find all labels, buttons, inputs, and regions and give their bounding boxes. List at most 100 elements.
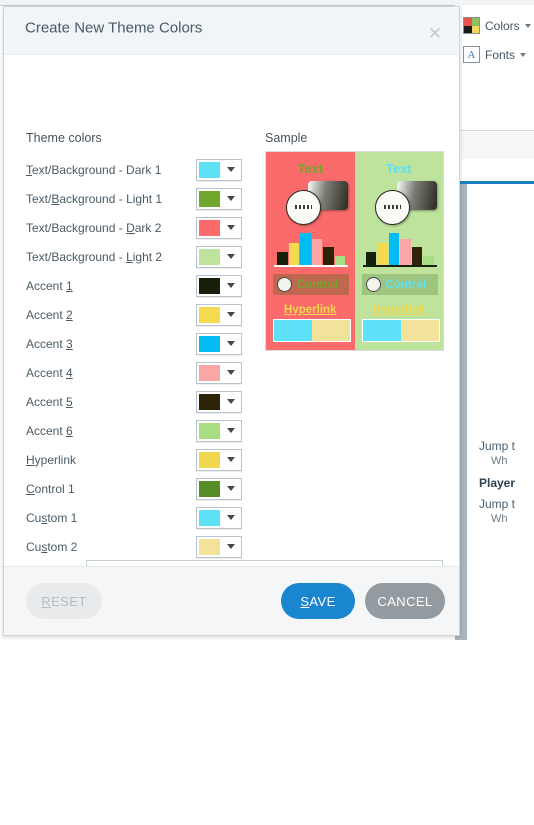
sample-hyperlink-label: Hyperlink bbox=[284, 304, 337, 316]
color-picker-button[interactable] bbox=[196, 419, 242, 442]
sample-chart-bar bbox=[423, 256, 434, 265]
color-swatch bbox=[199, 335, 220, 352]
color-picker-button[interactable] bbox=[196, 187, 242, 210]
reset-label: ESET bbox=[51, 593, 87, 609]
sample-color-bar-left bbox=[362, 320, 401, 341]
color-swatch bbox=[199, 538, 220, 555]
theme-color-label: Accent 6 bbox=[26, 423, 73, 438]
color-swatch bbox=[199, 306, 220, 323]
save-accel: S bbox=[300, 593, 310, 609]
chevron-down-icon[interactable] bbox=[227, 457, 235, 462]
color-swatch bbox=[199, 422, 220, 439]
cancel-button[interactable]: CANCEL bbox=[365, 583, 445, 619]
theme-color-label: Custom 2 bbox=[26, 539, 78, 554]
save-button[interactable]: S AVE bbox=[281, 583, 355, 619]
chevron-down-icon[interactable] bbox=[227, 515, 235, 520]
color-picker-button[interactable] bbox=[196, 158, 242, 181]
ribbon-filler bbox=[455, 131, 534, 159]
sample-color-bar-right bbox=[312, 320, 350, 341]
sample-circle-shape bbox=[286, 190, 321, 225]
color-picker-button[interactable] bbox=[196, 535, 242, 558]
theme-color-row: Custom 2 bbox=[26, 532, 252, 561]
theme-color-label: Accent 5 bbox=[26, 394, 73, 409]
sample-color-bar-right bbox=[400, 320, 439, 341]
trigger-item-1[interactable]: Jump t bbox=[479, 439, 515, 453]
color-swatch bbox=[199, 509, 220, 526]
sample-control-label: Control bbox=[385, 278, 427, 291]
color-picker-button[interactable] bbox=[196, 245, 242, 268]
theme-color-row: Accent 5 bbox=[26, 387, 252, 416]
reset-button[interactable]: R ESET bbox=[26, 583, 102, 619]
dialog-body: Theme colors Sample Text/Background - Da… bbox=[4, 55, 459, 588]
dialog-title: Create New Theme Colors bbox=[25, 19, 203, 37]
chevron-down-icon[interactable] bbox=[227, 399, 235, 404]
ribbon-label-colors: Colors bbox=[485, 18, 520, 33]
create-new-theme-colors-dialog: Create New Theme Colors ✕ Theme colors S… bbox=[3, 6, 460, 636]
theme-color-row: Text/Background - Dark 1 bbox=[26, 155, 252, 184]
sample-chart-bar bbox=[323, 247, 334, 265]
chevron-down-icon[interactable] bbox=[227, 370, 235, 375]
sample-light-variant: Text Control Hyperlink bbox=[354, 152, 443, 350]
theme-color-row: Hyperlink bbox=[26, 445, 252, 474]
chevron-down-icon[interactable] bbox=[227, 428, 235, 433]
color-picker-button[interactable] bbox=[196, 274, 242, 297]
sample-control-label: Control bbox=[297, 278, 338, 291]
ribbon-item-colors[interactable]: Colors bbox=[463, 17, 531, 34]
sample-color-bar bbox=[361, 319, 440, 342]
sample-hyperlink-label: Hyperlink bbox=[372, 304, 425, 316]
chevron-down-icon[interactable] bbox=[227, 167, 235, 172]
sample-bar-chart bbox=[365, 229, 434, 265]
chevron-down-icon[interactable] bbox=[227, 312, 235, 317]
color-swatch bbox=[199, 364, 220, 381]
color-picker-button[interactable] bbox=[196, 477, 242, 500]
chevron-down-icon[interactable] bbox=[227, 254, 235, 259]
theme-color-label: Accent 2 bbox=[26, 307, 73, 322]
chevron-down-icon[interactable] bbox=[227, 283, 235, 288]
color-picker-button[interactable] bbox=[196, 390, 242, 413]
ribbon-item-fonts[interactable]: A Fonts bbox=[463, 46, 527, 63]
sample-circle-shape bbox=[374, 190, 410, 225]
chevron-down-icon[interactable] bbox=[227, 341, 235, 346]
sample-chart-bar bbox=[400, 239, 411, 265]
colors-swatch-icon bbox=[463, 17, 480, 34]
theme-color-row: Text/Background - Light 1 bbox=[26, 184, 252, 213]
color-picker-button[interactable] bbox=[196, 303, 242, 326]
color-picker-button[interactable] bbox=[196, 332, 242, 355]
color-swatch bbox=[199, 161, 220, 178]
color-picker-button[interactable] bbox=[196, 448, 242, 471]
theme-color-row: Text/Background - Light 2 bbox=[26, 242, 252, 271]
sample-color-bar bbox=[273, 319, 351, 342]
color-swatch bbox=[199, 451, 220, 468]
chevron-down-icon[interactable] bbox=[227, 196, 235, 201]
sample-chart-axis bbox=[362, 265, 437, 267]
theme-color-row: Accent 1 bbox=[26, 271, 252, 300]
chevron-down-icon[interactable] bbox=[227, 225, 235, 230]
trigger-item-2[interactable]: Jump t bbox=[479, 497, 515, 511]
right-side-panel: Trigg Jump t Wh Player Jump t Wh Jump t … bbox=[467, 184, 534, 640]
theme-color-label: Text/Background - Light 1 bbox=[26, 191, 163, 206]
chevron-down-icon[interactable] bbox=[520, 52, 527, 57]
theme-sample-preview: Text Control Hyperlink Text Control Hyperlin… bbox=[265, 151, 444, 351]
sample-control-row: Control bbox=[361, 274, 438, 295]
chevron-down-icon[interactable] bbox=[227, 486, 235, 491]
theme-color-row: Text/Background - Dark 2 bbox=[26, 213, 252, 242]
chevron-down-icon[interactable] bbox=[227, 544, 235, 549]
color-picker-button[interactable] bbox=[196, 506, 242, 529]
close-icon[interactable]: ✕ bbox=[421, 22, 449, 46]
sample-text-label: Text bbox=[385, 161, 412, 176]
ribbon-theme-group: Colors A Fonts bbox=[455, 5, 534, 131]
sample-chart-bar bbox=[288, 243, 299, 265]
ribbon-label-fonts: Fonts bbox=[485, 47, 516, 62]
chevron-down-icon[interactable] bbox=[524, 23, 531, 28]
sample-text-label: Text bbox=[297, 161, 324, 176]
color-picker-button[interactable] bbox=[196, 361, 242, 384]
theme-color-row: Accent 4 bbox=[26, 358, 252, 387]
color-picker-button[interactable] bbox=[196, 216, 242, 239]
theme-color-label: Control 1 bbox=[26, 481, 75, 496]
color-swatch bbox=[199, 277, 220, 294]
sample-chart-bar bbox=[277, 252, 288, 265]
dialog-titlebar: Create New Theme Colors ✕ bbox=[4, 7, 459, 55]
sample-chart-bar bbox=[311, 239, 322, 265]
sample-chart-bar bbox=[377, 243, 388, 265]
sample-heading: Sample bbox=[265, 131, 308, 145]
